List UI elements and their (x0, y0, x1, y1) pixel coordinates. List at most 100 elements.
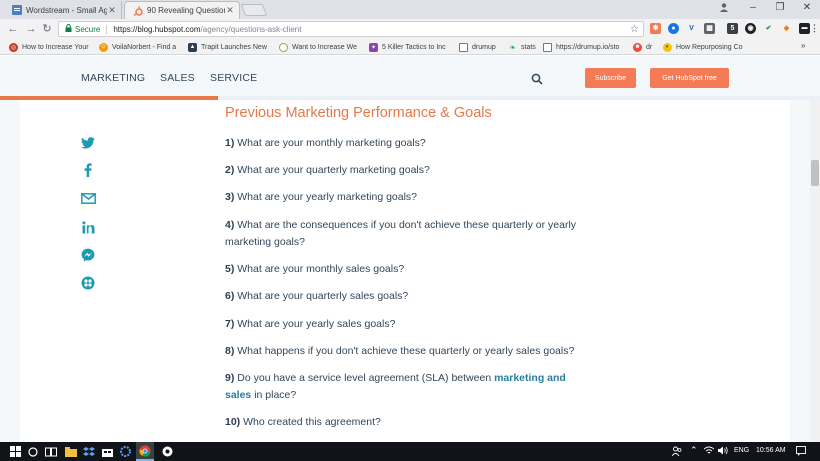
notification-center-icon[interactable] (796, 446, 806, 458)
question-item: 2) What are your quarterly marketing goa… (225, 162, 590, 179)
tab-wordstream[interactable]: Wordstream - Small Age ✕ (4, 1, 122, 19)
bookmark-item[interactable]: ◐ How Repurposing Co (663, 42, 743, 52)
question-number: 4) (225, 219, 235, 231)
people-icon[interactable] (671, 446, 682, 458)
minimize-icon[interactable]: – (745, 2, 761, 13)
address-bar[interactable]: Secure https://blog.hubspot.com /agency/… (58, 21, 644, 37)
question-item: 10) Who created this agreement? (225, 414, 590, 431)
messenger-icon[interactable] (80, 247, 96, 263)
stats-icon: ❧ (509, 42, 516, 52)
bookmark-label: How Repurposing Co (676, 43, 743, 51)
forward-icon[interactable]: → (24, 21, 38, 37)
question-text: What are your quarterly sales goals? (237, 290, 409, 302)
question-number: 5) (225, 263, 235, 275)
extension-badge-icon[interactable]: 5 (727, 23, 738, 34)
store-icon[interactable] (100, 445, 114, 458)
bookmark-item[interactable]: drumup (459, 42, 505, 52)
nav-service[interactable]: SERVICE (210, 72, 257, 84)
question-item: 1) What are your monthly marketing goals… (225, 135, 590, 152)
task-view-icon[interactable] (44, 445, 58, 458)
bookmark-item[interactable]: ☻ dr (633, 42, 661, 52)
bookmark-item[interactable]: https://drumup.io/sto (543, 42, 627, 52)
bookmark-item[interactable]: Want to Increase We (279, 42, 361, 52)
extension-drop-icon[interactable]: ◆ (781, 23, 792, 34)
bookmark-label: stats (521, 43, 536, 51)
profile-icon[interactable] (716, 2, 732, 15)
question-text: What are your quarterly marketing goals? (237, 164, 430, 176)
question-item: 8) What happens if you don't achieve the… (225, 343, 590, 360)
reading-progress-fill (0, 96, 219, 100)
bookmark-item[interactable]: ☺ VoilaNorbert - Find a (99, 42, 181, 52)
chrome-taskbar-button[interactable] (136, 442, 154, 461)
close-icon[interactable]: ✕ (225, 5, 235, 16)
show-hidden-icons-icon[interactable]: ⌃ (690, 445, 698, 456)
question-number: 10) (225, 416, 241, 428)
question-number: 6) (225, 290, 235, 302)
page-scrollbar[interactable] (810, 100, 820, 442)
hubspot-icon (133, 6, 143, 16)
globe-icon: ◎ (9, 42, 18, 52)
windows-start-icon[interactable] (8, 445, 22, 458)
nav-marketing[interactable]: MARKETING (81, 72, 145, 84)
network-icon[interactable] (703, 446, 715, 457)
question-text-before: Do you have a service level agreement (S… (237, 372, 495, 384)
menu-icon[interactable]: ⋮ (809, 23, 820, 34)
extension-hubspot-icon[interactable]: ✱ (650, 23, 661, 34)
bookmark-label: drumup (472, 43, 496, 51)
question-text: What happens if you don't achieve these … (237, 345, 575, 357)
question-text: What are your yearly sales goals? (237, 318, 396, 330)
more-bookmarks-icon[interactable]: » (801, 41, 805, 50)
scrollbar-thumb[interactable] (811, 160, 819, 186)
search-icon[interactable] (26, 445, 40, 458)
url-path: /agency/questions-ask-client (200, 24, 302, 34)
repurpose-icon: ◐ (663, 42, 672, 52)
search-icon[interactable] (531, 72, 543, 85)
extension-dark-icon[interactable]: ◉ (745, 23, 756, 34)
bookmark-item[interactable]: ▲ Trapit Launches New (188, 42, 270, 52)
extension-shield-icon[interactable]: ● (668, 23, 679, 34)
page-icon (459, 42, 468, 52)
new-tab-button[interactable] (240, 4, 268, 16)
language-indicator[interactable]: ENG (734, 447, 749, 454)
tab-title: 90 Revealing Questions t (147, 6, 225, 15)
restore-icon[interactable]: ❐ (772, 2, 788, 13)
twitter-icon[interactable] (80, 135, 96, 151)
reload-icon[interactable]: ↻ (40, 21, 54, 37)
section-title: Previous Marketing Performance & Goals (225, 105, 492, 121)
secure-label: Secure (75, 24, 108, 34)
linkedin-icon[interactable] (80, 219, 96, 235)
bookmark-star-icon[interactable]: ☆ (630, 24, 639, 35)
window-close-icon[interactable]: ✕ (799, 2, 815, 13)
file-explorer-icon[interactable] (64, 445, 78, 458)
extension-grid-icon[interactable]: ▦ (704, 23, 715, 34)
back-icon[interactable]: ← (6, 21, 20, 37)
lock-icon (65, 24, 72, 34)
question-number: 9) (225, 372, 235, 384)
clock[interactable]: 10:56 AM (756, 447, 786, 454)
volume-icon[interactable] (718, 446, 728, 457)
close-icon[interactable]: ✕ (107, 5, 117, 16)
browser-toolbar: ← → ↻ Secure https://blog.hubspot.com /a… (0, 19, 820, 39)
question-number: 7) (225, 318, 235, 330)
question-number: 2) (225, 164, 235, 176)
tab-hubspot[interactable]: 90 Revealing Questions t ✕ (124, 1, 240, 19)
extension-check-icon[interactable]: ✔ (763, 23, 774, 34)
bookmark-item[interactable]: ❧ stats (508, 42, 548, 52)
settings-gear-icon[interactable] (118, 445, 132, 458)
dropbox-icon[interactable] (82, 445, 96, 458)
facebook-icon[interactable] (80, 162, 96, 178)
share-more-icon[interactable] (80, 275, 96, 291)
url-host: https://blog.hubspot.com (113, 24, 201, 34)
email-icon[interactable] (80, 190, 96, 206)
bookmark-item[interactable]: ✦ 5 Killer Tactics to Inc (369, 42, 453, 52)
app-icon[interactable] (160, 445, 174, 458)
get-hubspot-free-button[interactable]: Get HubSpot free (650, 68, 729, 88)
tab-title: Wordstream - Small Age (26, 5, 107, 15)
question-item: 3) What are your yearly marketing goals? (225, 189, 590, 206)
question-item: 7) What are your yearly sales goals? (225, 316, 590, 333)
bookmark-item[interactable]: ◎ How to Increase Your (9, 42, 89, 52)
extension-v-icon[interactable]: V (686, 23, 697, 34)
nav-sales[interactable]: SALES (160, 72, 195, 84)
subscribe-button[interactable]: Subscribe (585, 68, 636, 88)
windows-taskbar: ⌃ ENG 10:56 AM (0, 442, 820, 461)
